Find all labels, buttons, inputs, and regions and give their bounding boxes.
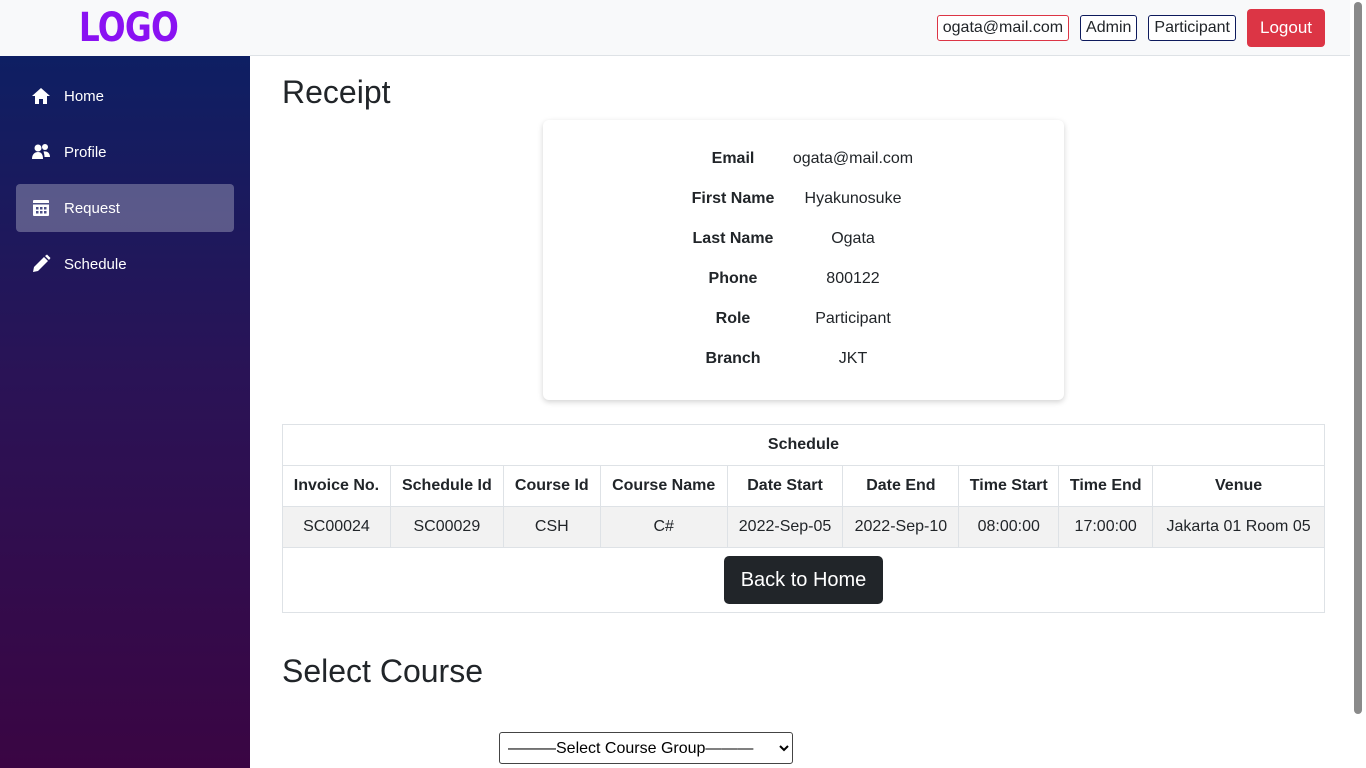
page-title: Receipt — [282, 74, 391, 110]
info-label: First Name — [691, 190, 775, 207]
table-cell: 2022-Sep-10 — [842, 506, 960, 548]
info-row-first-name: First Name Hyakunosuke — [543, 190, 1064, 210]
schedule-table: Schedule Invoice No. Schedule Id Course … — [282, 424, 1325, 613]
column-header: Venue — [1152, 465, 1325, 507]
sidebar-item-home[interactable]: Home — [16, 72, 234, 120]
info-value: ogata@mail.com — [792, 150, 914, 167]
role-badge-participant: Participant — [1148, 14, 1236, 41]
logo-area: LOGO — [0, 0, 250, 56]
info-row-branch: Branch JKT — [543, 350, 1064, 370]
info-row-phone: Phone 800122 — [543, 270, 1064, 290]
receipt-card: Email ogata@mail.com First Name Hyakunos… — [543, 120, 1064, 400]
column-header: Time Start — [958, 465, 1060, 507]
users-icon — [32, 144, 50, 159]
user-email-badge: ogata@mail.com — [936, 14, 1070, 41]
table-cell: CSH — [502, 506, 601, 548]
column-header: Date Start — [726, 465, 844, 507]
sidebar-item-label: Home — [64, 87, 105, 105]
sidebar-item-profile[interactable]: Profile — [16, 128, 234, 176]
table-caption: Schedule — [282, 424, 1325, 466]
select-course-title: Select Course — [282, 653, 483, 689]
table-cell: 2022-Sep-05 — [726, 506, 844, 548]
pencil-icon — [33, 254, 51, 272]
info-label: Last Name — [692, 230, 774, 247]
info-value: Hyakunosuke — [804, 190, 902, 207]
page-scrollbar[interactable] — [1350, 0, 1366, 768]
info-row-role: Role Participant — [543, 310, 1064, 330]
column-header: Date End — [842, 465, 960, 507]
sidebar: Home Profile Request Schedule — [0, 56, 250, 768]
info-value: 800122 — [826, 270, 880, 287]
info-label: Branch — [705, 350, 761, 367]
column-header: Course Id — [502, 465, 601, 507]
sidebar-item-schedule[interactable]: Schedule — [16, 240, 234, 288]
table-cell: 17:00:00 — [1058, 506, 1154, 548]
column-header: Time End — [1058, 465, 1154, 507]
table-header-row: Invoice No. Schedule Id Course Id Course… — [282, 465, 1325, 507]
info-value: JKT — [838, 350, 868, 367]
table-cell: SC00024 — [282, 506, 391, 548]
logo: LOGO — [78, 5, 178, 51]
table-cell: Jakarta 01 Room 05 — [1152, 506, 1325, 548]
back-button-cell: Back to Home — [282, 547, 1325, 613]
info-label: Phone — [708, 270, 758, 287]
info-value: Ogata — [831, 230, 875, 247]
back-to-home-button[interactable]: Back to Home — [723, 556, 884, 604]
sidebar-item-label: Schedule — [64, 255, 127, 273]
column-header: Course Name — [599, 465, 728, 507]
column-header: Schedule Id — [389, 465, 504, 507]
logout-button[interactable]: Logout — [1247, 8, 1325, 47]
info-label: Email — [711, 150, 755, 167]
info-value: Participant — [815, 310, 891, 327]
info-row-email: Email ogata@mail.com — [543, 150, 1064, 170]
sidebar-item-label: Request — [64, 199, 120, 217]
top-navbar: ogata@mail.com Admin Participant Logout — [250, 0, 1350, 56]
table-cell: SC00029 — [389, 506, 504, 548]
scrollbar-thumb[interactable] — [1354, 2, 1362, 714]
info-label: Role — [715, 310, 751, 327]
course-group-select[interactable]: ———Select Course Group——— — [499, 732, 793, 764]
table-row: SC00024 SC00029 CSH C# 2022-Sep-05 2022-… — [282, 506, 1325, 548]
info-row-last-name: Last Name Ogata — [543, 230, 1064, 250]
home-icon — [32, 88, 50, 104]
sidebar-item-request[interactable]: Request — [16, 184, 234, 232]
table-cell: 08:00:00 — [958, 506, 1060, 548]
table-cell: C# — [599, 506, 728, 548]
calendar-icon — [33, 200, 49, 216]
column-header: Invoice No. — [282, 465, 391, 507]
main-content: Receipt Email ogata@mail.com First Name … — [250, 56, 1350, 768]
role-badge-admin: Admin — [1080, 14, 1138, 41]
sidebar-item-label: Profile — [64, 143, 107, 161]
